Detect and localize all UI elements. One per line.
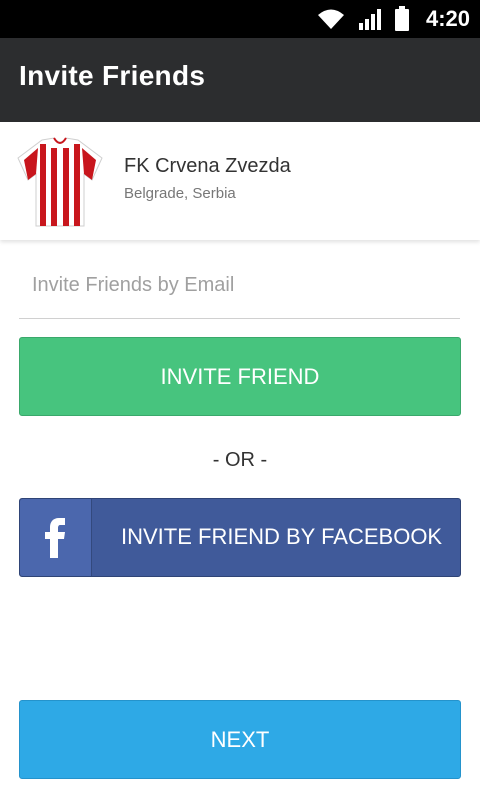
team-name: FK Crvena Zvezda	[124, 155, 291, 177]
facebook-button-label: INVITE FRIEND BY FACEBOOK	[121, 524, 443, 549]
signal-icon	[358, 9, 381, 30]
wifi-icon	[317, 9, 344, 29]
team-location: Belgrade, Serbia	[124, 185, 236, 202]
battery-icon	[394, 6, 409, 31]
next-button[interactable]: NEXT	[19, 700, 461, 779]
invite-friend-button[interactable]: INVITE FRIEND	[19, 337, 461, 416]
team-card: FK Crvena Zvezda Belgrade, Serbia	[0, 122, 480, 240]
facebook-invite-button[interactable]: INVITE FRIEND BY FACEBOOK	[19, 498, 461, 577]
status-icons: 4:20	[316, 0, 470, 38]
status-time: 4:20	[425, 6, 470, 31]
facebook-icon-box	[20, 499, 92, 576]
app-bar: Invite Friends	[0, 38, 480, 122]
status-bar: 4:20	[0, 0, 480, 38]
or-separator: - OR -	[212, 449, 268, 471]
facebook-icon	[44, 517, 65, 558]
email-placeholder: Invite Friends by Email	[32, 274, 235, 296]
page-title: Invite Friends	[19, 60, 206, 91]
email-field[interactable]: Invite Friends by Email	[19, 262, 460, 319]
jersey-icon	[17, 137, 103, 227]
